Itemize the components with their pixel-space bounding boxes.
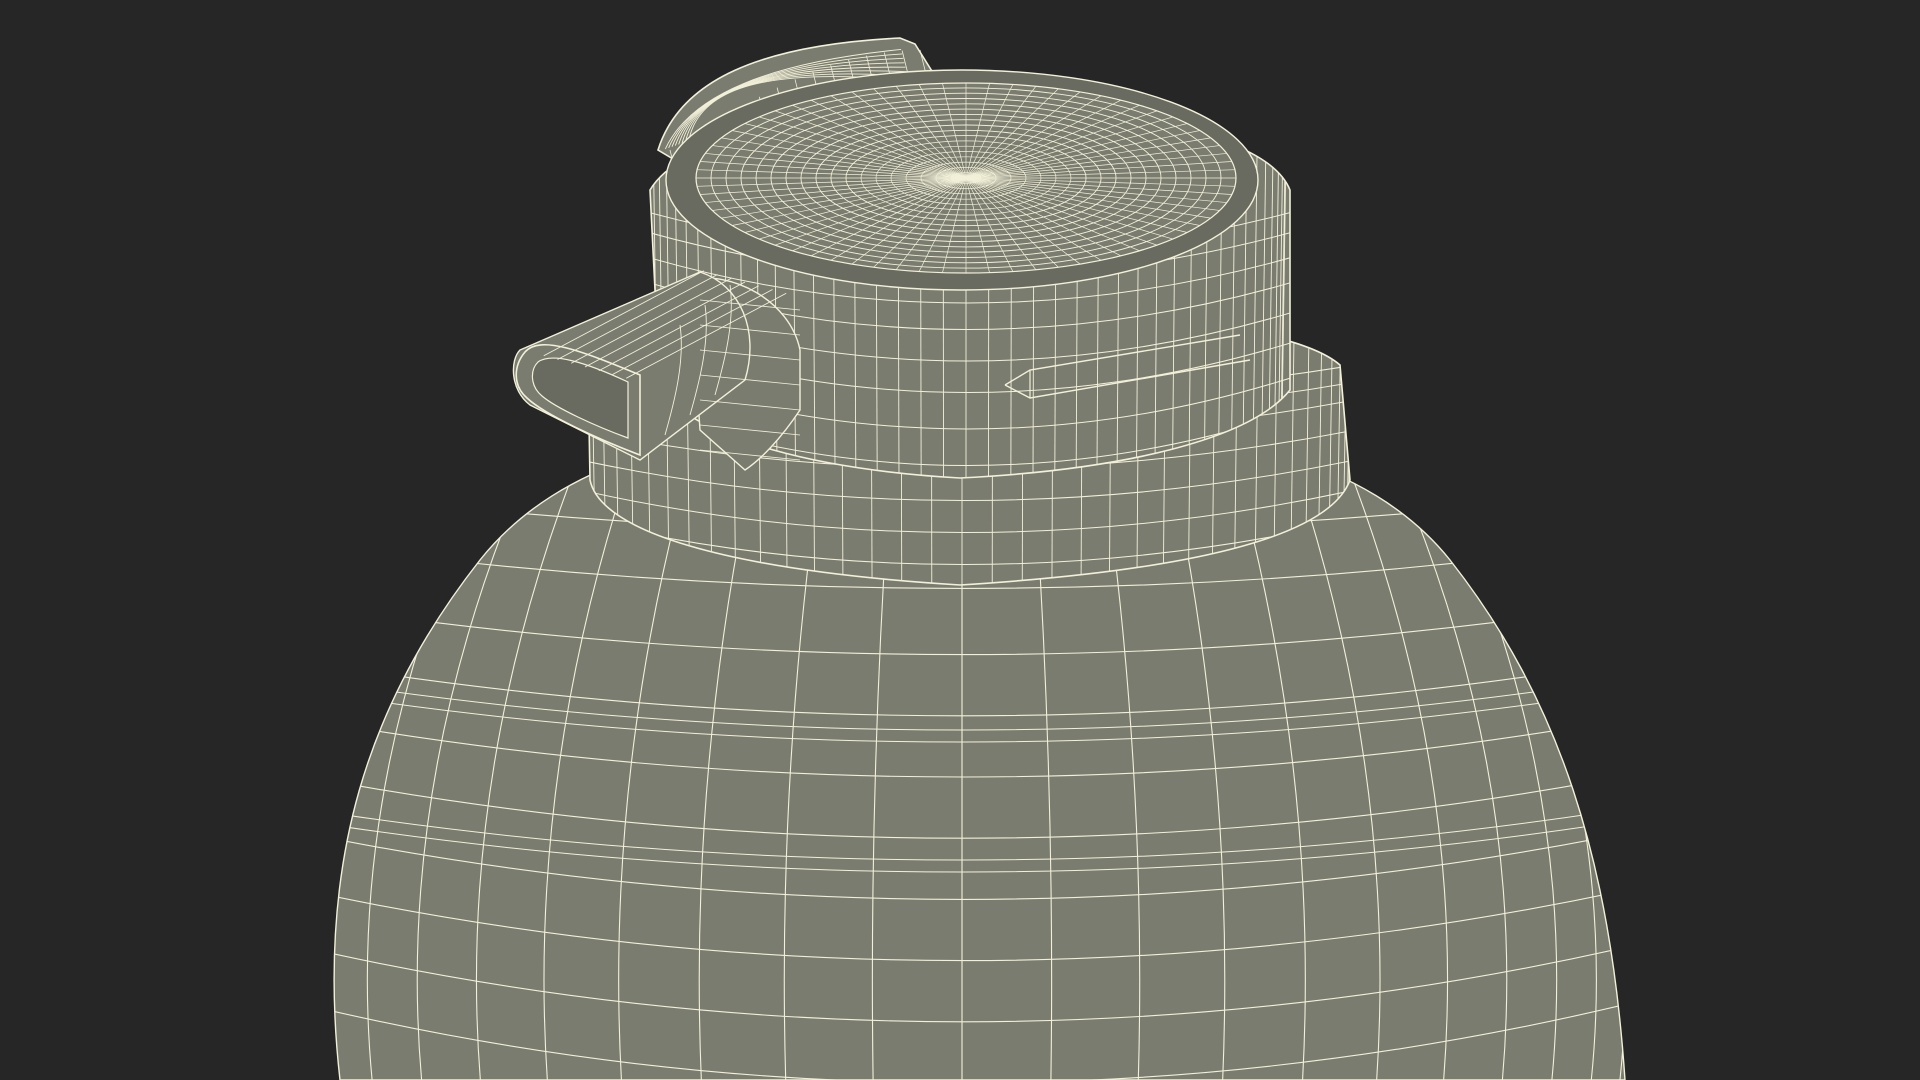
wireframe-scene	[0, 0, 1920, 1080]
render-viewport	[0, 0, 1920, 1080]
cap-top-disk	[665, 69, 1259, 291]
bottle-model	[333, 37, 1626, 1080]
cap-spout	[512, 270, 801, 471]
